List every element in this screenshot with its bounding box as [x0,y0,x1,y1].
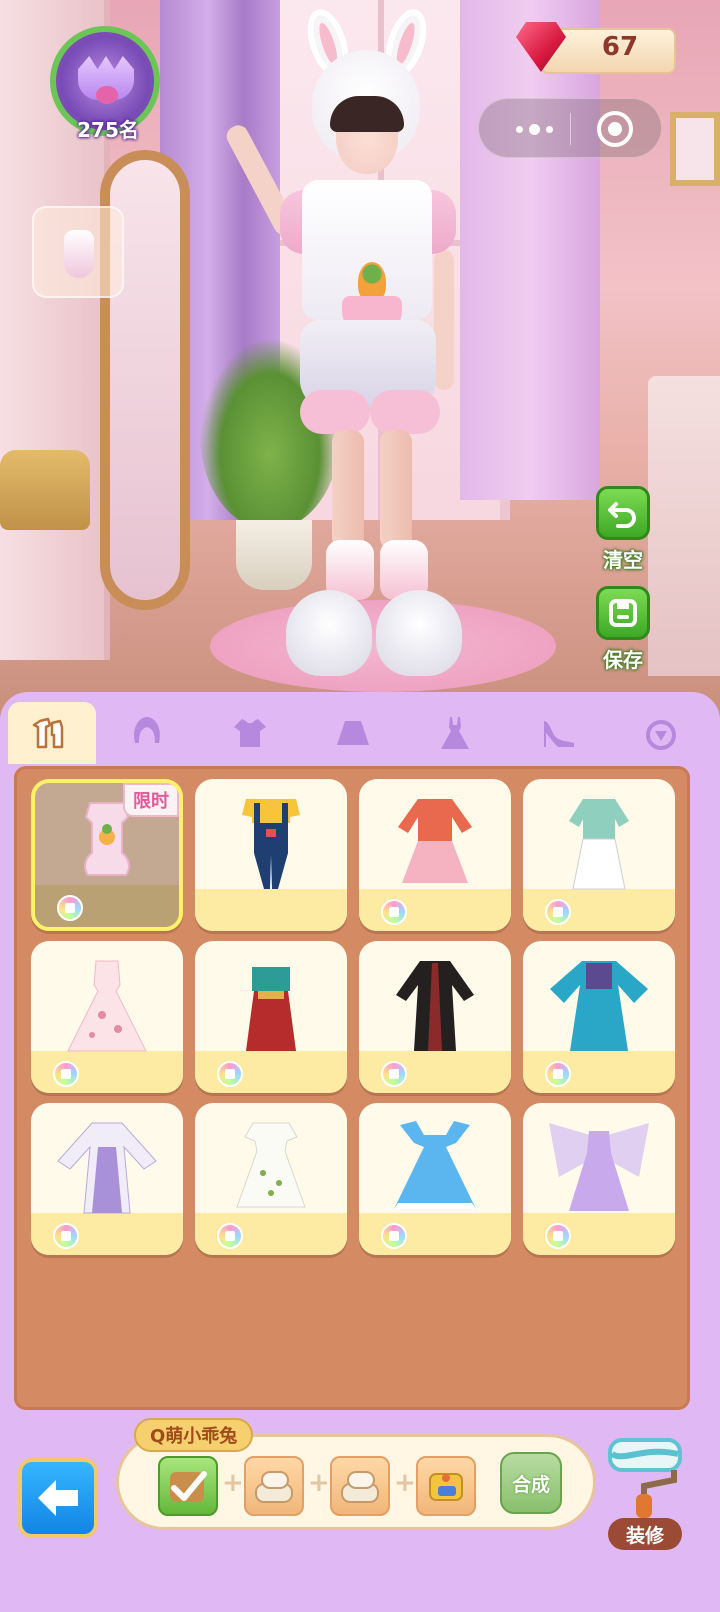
current-outfit-thumbnail[interactable] [32,206,124,298]
close-miniprogram-icon[interactable] [597,111,633,147]
outfit-card-6[interactable] [195,941,347,1093]
handbag [0,450,90,530]
outfit-card-3[interactable] [359,779,511,931]
accessory-icon [645,720,676,750]
fabric-roll-icon [255,1471,293,1503]
outfit-card-10[interactable] [195,1103,347,1255]
pink-jacket-dress-outfit-icon [398,799,472,883]
decorate-label: 装修 [608,1518,682,1550]
outfit-card-9[interactable] [31,1103,183,1255]
arrow-left-icon [38,1480,78,1516]
wardrobe-owned-icon [545,899,571,925]
decorate-button[interactable] [604,1432,690,1522]
blue-princess-gown-outfit-icon [394,1121,476,1209]
outfit-card-12[interactable] [523,1103,675,1255]
clear-button[interactable] [596,486,650,540]
denim-overalls-outfit-icon [242,799,300,889]
back-button[interactable] [18,1458,98,1538]
gem-count: 67 [601,32,639,62]
miniprogram-capsule [478,98,662,158]
fairy-wing-gown-outfit-icon [549,1123,649,1211]
save-disk-icon [609,599,637,627]
black-robe-outfit-icon [396,961,474,1051]
category-tabs [8,702,712,764]
shoes-icon [544,721,575,747]
wardrobe-owned-icon [217,1223,243,1249]
outfit-grid: 限时 [14,766,690,1410]
wardrobe-owned-icon [381,1223,407,1249]
outfit-card-11[interactable] [359,1103,511,1255]
tab-dress[interactable] [404,702,507,764]
teal-red-hanfu-outfit-icon [246,967,296,1051]
more-menu-icon[interactable] [499,113,569,145]
fluff-cuff-right [370,390,440,434]
tab-shoes[interactable] [507,702,610,764]
undo-icon [608,502,636,528]
paint-roller-icon [608,1438,682,1518]
outfit-set-icon [32,717,64,749]
recipe-slot-sewing-kit[interactable] [416,1456,476,1516]
hair-icon [134,717,161,743]
lavender-hanfu-outfit-icon [57,1122,157,1214]
curtain-right [460,0,600,500]
character-hair [330,96,404,132]
wall-frame [670,112,720,186]
wardrobe-owned-icon [217,1061,243,1087]
plus-icon: + [394,1468,416,1498]
skirt-icon [336,721,369,745]
fluff-cuff-left [300,390,370,434]
outfit-card-1[interactable]: 限时 [31,779,183,931]
clear-label: 清空 [603,548,643,572]
fabric-roll-icon [341,1471,379,1503]
white-floral-dress-outfit-icon [236,1122,306,1208]
top-icon [234,719,266,747]
side-table [648,376,720,676]
heart-gem-icon [96,86,118,104]
checkmark-icon [170,1471,207,1502]
card-footer [195,889,347,931]
mint-qipao-outfit-icon [569,799,629,890]
tab-outfit-set[interactable] [8,702,96,764]
floral-gown-outfit-icon [67,960,147,1052]
outfit-card-5[interactable] [31,941,183,1093]
rank-label: 275名 [77,118,139,142]
recipe-slot-fabric-1[interactable] [244,1456,304,1516]
wardrobe-owned-icon [57,895,83,921]
wardrobe-owned-icon [53,1223,79,1249]
outfit-card-4[interactable] [523,779,675,931]
outfit-card-8[interactable] [523,941,675,1093]
ruby-gem-icon [516,22,566,72]
avatar-character[interactable] [220,0,480,690]
save-label: 保存 [603,648,643,672]
wardrobe-owned-icon [545,1223,571,1249]
craft-button[interactable]: 合成 [500,1452,562,1514]
tab-accessory[interactable] [609,702,712,764]
character-arm-right [434,250,454,390]
outfit-card-2[interactable] [195,779,347,931]
bunny-slipper-left [286,590,372,676]
dress-icon [441,717,470,749]
blue-hanfu-outfit-icon [550,961,648,1051]
character-leg-right [380,430,412,550]
recipe-slot-outfit[interactable] [158,1456,218,1516]
wardrobe-owned-icon [545,1061,571,1087]
wardrobe-owned-icon [53,1061,79,1087]
character-leg-left [332,430,364,550]
save-button[interactable] [596,586,650,640]
tab-top[interactable] [199,702,302,764]
recipe-name-tag: Q萌小乖兔 [134,1418,254,1452]
capsule-divider [570,113,571,145]
outfit-thumbnail-icon [64,230,94,278]
outfit-card-7[interactable] [359,941,511,1093]
tab-hair[interactable] [96,702,199,764]
bunny-slipper-right [376,590,462,676]
sewing-kit-icon [429,1473,463,1501]
wardrobe-owned-icon [381,899,407,925]
limited-time-badge: 限时 [123,783,179,817]
recipe-slot-fabric-2[interactable] [330,1456,390,1516]
tab-skirt[interactable] [301,702,404,764]
plus-icon: + [222,1468,244,1498]
plus-icon: + [308,1468,330,1498]
wardrobe-owned-icon [381,1061,407,1087]
